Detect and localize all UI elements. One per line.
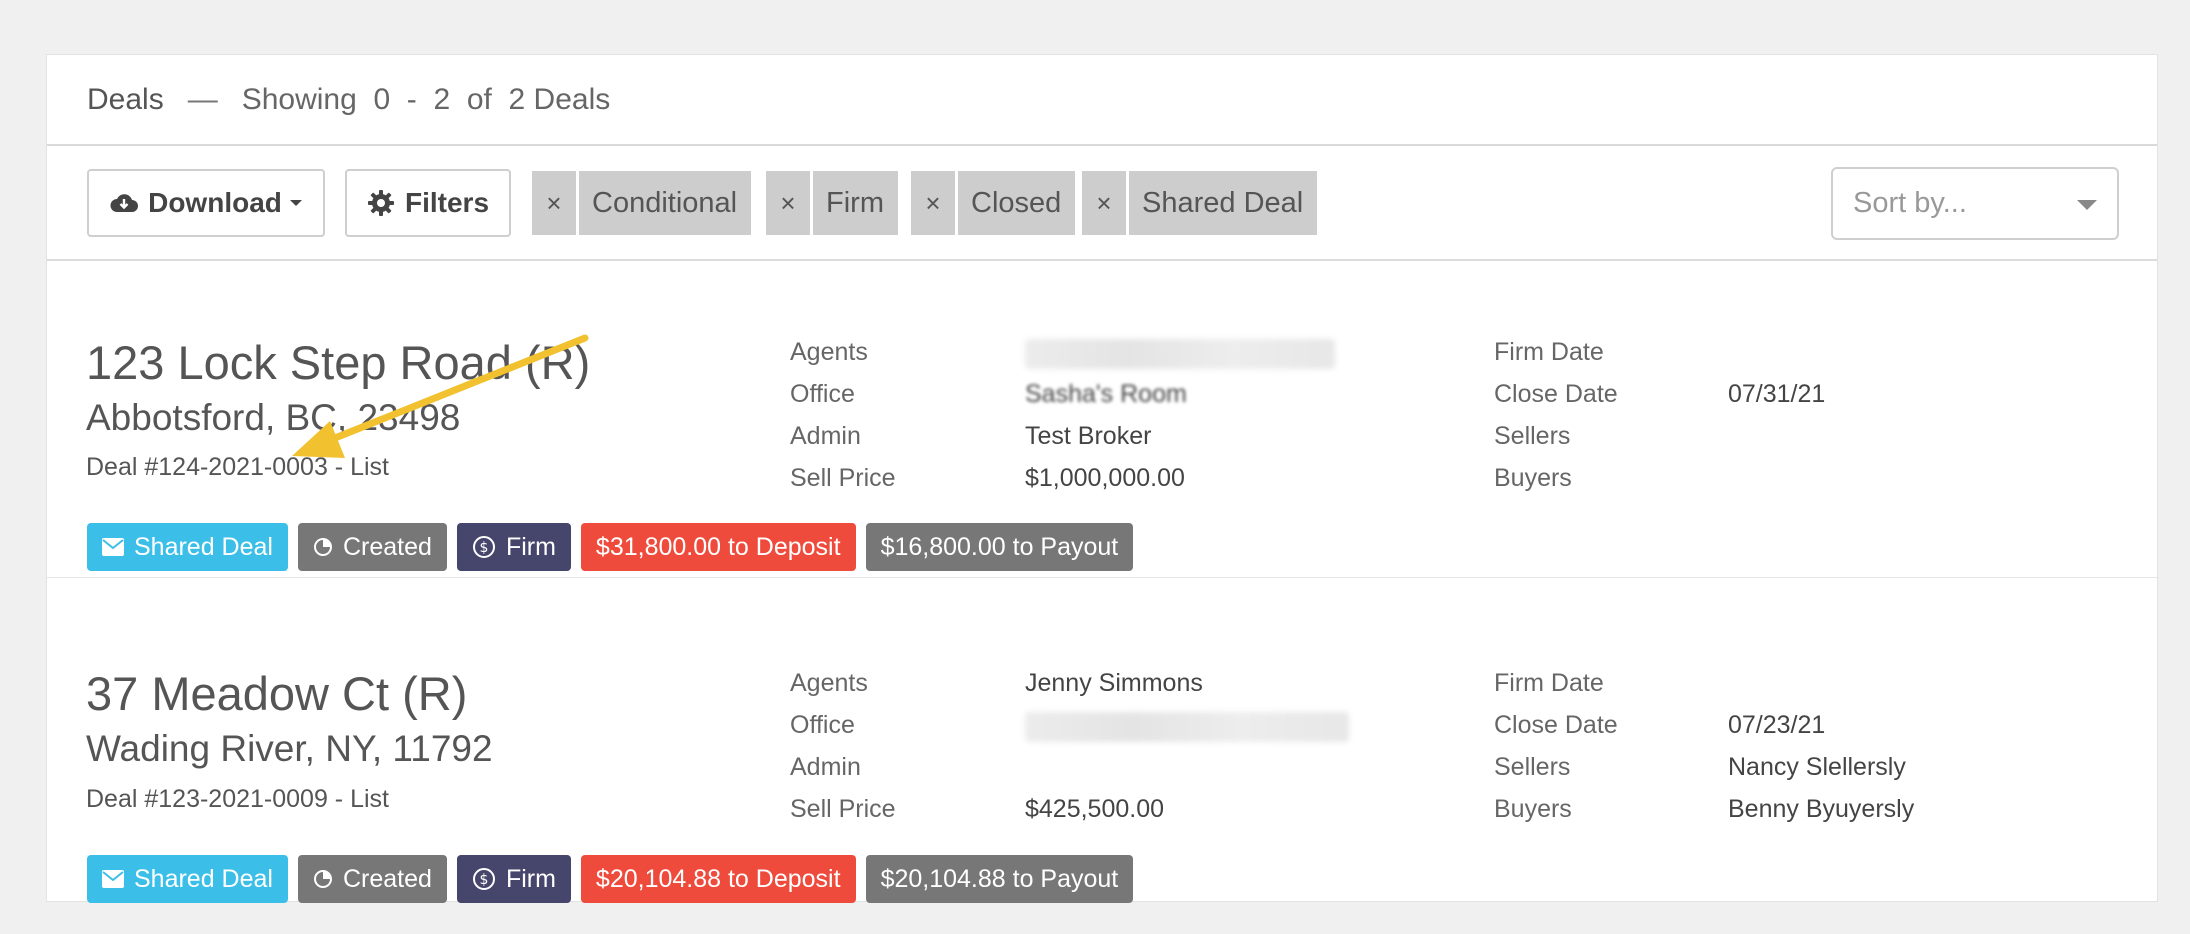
firm-date-label: Firm Date <box>1494 338 1604 366</box>
deal-address[interactable]: 123 Lock Step Road (R) <box>86 335 590 390</box>
deposit-badge: $20,104.88 to Deposit <box>580 855 856 903</box>
deposit-badge: $31,800.00 to Deposit <box>580 523 856 571</box>
agents-value: Jenny Simmons <box>1025 669 1203 697</box>
download-label: Download <box>148 187 282 218</box>
sellers-label: Sellers <box>1494 422 1571 450</box>
agents-label: Agents <box>790 338 868 366</box>
created-badge: Created <box>297 855 447 903</box>
pie-chart-icon <box>313 538 332 556</box>
admin-value: Test Broker <box>1025 422 1152 450</box>
chip-label: Conditional <box>579 171 752 235</box>
badge-label: Created <box>342 532 432 561</box>
deal-badges: Shared Deal Created $ Firm $31,800.00 to… <box>87 523 1143 571</box>
sell-price-value: $1,000,000.00 <box>1025 464 1185 492</box>
deal-row: 37 Meadow Ct (R) Wading River, NY, 11792… <box>47 579 2159 903</box>
badge-label: $31,800.00 to Deposit <box>595 532 841 561</box>
badge-label: $20,104.88 to Deposit <box>595 864 841 893</box>
chip-label: Shared Deal <box>1129 171 1318 235</box>
chip-remove-button[interactable]: × <box>766 171 810 235</box>
badge-label: Firm <box>505 864 556 893</box>
chevron-down-icon <box>289 200 302 206</box>
badge-label: Created <box>342 864 432 893</box>
chip-remove-button[interactable]: × <box>1082 171 1126 235</box>
deal-city: Wading River, NY, 11792 <box>86 728 493 769</box>
dollar-circle-icon: $ <box>472 868 495 890</box>
admin-label: Admin <box>790 753 861 781</box>
filter-chip-shared-deal: × Shared Deal <box>1082 171 1318 235</box>
firm-badge: $ Firm <box>456 855 571 903</box>
admin-label: Admin <box>790 422 861 450</box>
results-count: Showing 0 - 2 of 2 Deals <box>241 82 611 116</box>
chip-label: Firm <box>813 171 898 235</box>
deal-address[interactable]: 37 Meadow Ct (R) <box>86 666 467 721</box>
redacted-office <box>1025 712 1349 742</box>
office-value: Sasha's Room <box>1025 380 1187 408</box>
buyers-value: Benny Byuyersly <box>1728 795 1915 823</box>
payout-badge: $20,104.88 to Payout <box>865 855 1134 903</box>
filter-chip-closed: × Closed <box>911 171 1076 235</box>
firm-date-label: Firm Date <box>1494 669 1604 697</box>
cloud-download-icon <box>110 194 139 212</box>
firm-badge: $ Firm <box>456 523 571 571</box>
dollar-circle-icon: $ <box>472 536 495 558</box>
close-date-value: 07/31/21 <box>1728 380 1826 408</box>
gear-icon <box>367 190 394 216</box>
sort-select[interactable]: Sort by... <box>1831 167 2119 240</box>
chip-remove-button[interactable]: × <box>911 171 955 235</box>
sellers-label: Sellers <box>1494 753 1571 781</box>
payout-badge: $16,800.00 to Payout <box>865 523 1134 571</box>
envelope-icon <box>102 538 124 556</box>
badge-label: Shared Deal <box>134 864 273 893</box>
envelope-icon <box>102 870 124 888</box>
created-badge: Created <box>297 523 447 571</box>
deal-row: 123 Lock Step Road (R) Abbotsford, BC, 2… <box>47 263 2159 578</box>
close-date-label: Close Date <box>1494 380 1618 408</box>
chevron-down-icon <box>2077 200 2097 210</box>
deal-number: Deal #123-2021-0009 - List <box>86 785 389 813</box>
buyers-label: Buyers <box>1494 795 1572 823</box>
office-label: Office <box>790 711 855 739</box>
badge-label: Shared Deal <box>134 532 273 561</box>
svg-text:$: $ <box>479 872 488 888</box>
badge-label: Firm <box>505 532 556 561</box>
close-date-label: Close Date <box>1494 711 1618 739</box>
filter-chip-conditional: × Conditional <box>532 171 752 235</box>
sellers-value: Nancy Slellersly <box>1728 753 1906 781</box>
header-separator: — <box>187 82 218 116</box>
sort-placeholder: Sort by... <box>1853 187 1967 219</box>
badge-label: $20,104.88 to Payout <box>880 864 1119 893</box>
deal-number: Deal #124-2021-0003 - List <box>86 453 389 481</box>
sell-price-value: $425,500.00 <box>1025 795 1165 823</box>
shared-deal-badge: Shared Deal <box>87 523 288 571</box>
redacted-agents <box>1025 339 1335 369</box>
close-date-value: 07/23/21 <box>1728 711 1826 739</box>
deals-card: Deals — Showing 0 - 2 of 2 Deals Downloa… <box>46 54 2159 903</box>
sell-price-label: Sell Price <box>790 464 896 492</box>
badge-label: $16,800.00 to Payout <box>880 532 1119 561</box>
filters-label: Filters <box>404 187 490 218</box>
svg-text:$: $ <box>479 540 488 556</box>
office-label: Office <box>790 380 855 408</box>
buyers-label: Buyers <box>1494 464 1572 492</box>
shared-deal-badge: Shared Deal <box>87 855 288 903</box>
download-button[interactable]: Download <box>87 169 325 237</box>
chip-label: Closed <box>958 171 1076 235</box>
sell-price-label: Sell Price <box>790 795 896 823</box>
chip-remove-button[interactable]: × <box>532 171 576 235</box>
toolbar: Download Filters × Conditional × Firm × … <box>47 146 2157 261</box>
deal-city: Abbotsford, BC, 23498 <box>86 397 461 438</box>
card-header: Deals — Showing 0 - 2 of 2 Deals <box>47 55 2157 146</box>
filters-button[interactable]: Filters <box>345 169 511 237</box>
agents-label: Agents <box>790 669 868 697</box>
filter-chip-firm: × Firm <box>766 171 898 235</box>
pie-chart-icon <box>313 870 332 888</box>
deal-badges: Shared Deal Created $ Firm $20,104.88 to… <box>87 855 1143 903</box>
page-title: Deals <box>87 82 164 116</box>
